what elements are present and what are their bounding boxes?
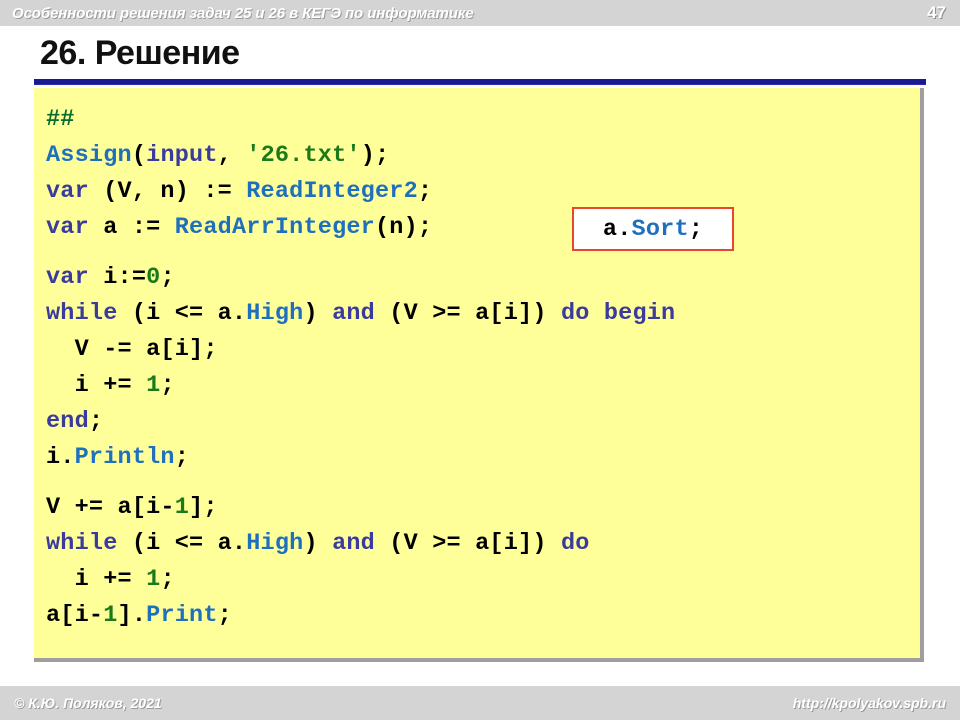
code-token: ; (174, 444, 190, 471)
code-token: (V >= a[i]) (375, 530, 561, 557)
code-token: i += (46, 372, 147, 399)
code-token: ## (46, 106, 75, 133)
sort-call-code: a.Sort; (603, 216, 703, 243)
code-line: i.Println; (46, 440, 675, 476)
code-token: ; (160, 264, 175, 291)
slide-footer-bar: © К.Ю. Поляков, 2021 http://kpolyakov.sp… (0, 686, 960, 720)
code-token: , (217, 142, 247, 169)
code-line: var (V, n) := ReadInteger2; (46, 174, 675, 210)
code-token: i:= (88, 264, 147, 291)
code-line: V -= a[i]; (46, 332, 675, 368)
code-token: ReadInteger2 (246, 178, 418, 205)
sort-call-highlight-box: a.Sort; (572, 207, 734, 251)
code-token: '26.txt' (246, 142, 361, 169)
code-token: ( (131, 142, 147, 169)
slide-title: 26. Решение (40, 34, 240, 72)
code-token: Sort (631, 215, 689, 243)
code-token: a. (602, 215, 632, 243)
code-token: 1 (146, 566, 161, 593)
code-token: ; (217, 602, 232, 629)
title-divider-rule (34, 79, 926, 85)
code-token: and (332, 530, 375, 557)
code-line: end; (46, 404, 675, 440)
code-line: var i:=0; (46, 260, 675, 296)
code-token: 1 (103, 602, 118, 629)
code-line: i += 1; (46, 368, 675, 404)
code-token: var (46, 264, 89, 291)
code-token: (V, n) := (88, 178, 247, 205)
code-token: ]. (117, 602, 147, 629)
slide-header-bar: Особенности решения задач 25 и 26 в КЕГЭ… (0, 0, 960, 26)
code-token: ; (160, 372, 175, 399)
code-token: High (246, 300, 304, 327)
code-token: while (46, 300, 118, 327)
code-line: while (i <= a.High) and (V >= a[i]) do b… (46, 296, 675, 332)
code-line: ## (46, 102, 675, 138)
code-token: var (46, 178, 89, 205)
code-token: ]; (189, 494, 218, 521)
code-token: (i <= a. (117, 530, 247, 557)
presentation-title: Особенности решения задач 25 и 26 в КЕГЭ… (12, 4, 474, 22)
code-token: Println (74, 444, 175, 471)
code-line: while (i <= a.High) and (V >= a[i]) do (46, 526, 675, 562)
code-line: i += 1; (46, 562, 675, 598)
code-token: ; (160, 566, 175, 593)
code-panel: ## Assign(input, '26.txt'); var (V, n) := … (34, 88, 924, 662)
code-token: High (246, 530, 304, 557)
code-line: a[i-1].Print; (46, 598, 675, 634)
code-token: ; (88, 408, 104, 435)
code-token: ReadArrInteger (174, 214, 375, 241)
code-listing: ## Assign(input, '26.txt'); var (V, n) := … (34, 88, 675, 634)
code-token: Assign (46, 142, 132, 169)
code-token: i += (46, 566, 147, 593)
slide-page-number: 47 (927, 3, 946, 22)
code-token: a := (88, 214, 175, 241)
code-token: 0 (146, 264, 161, 291)
code-token: ; (417, 178, 433, 205)
code-token: while (46, 530, 118, 557)
code-token: input (146, 142, 218, 169)
code-token: (n); (374, 214, 447, 241)
code-token: (i <= a. (117, 300, 247, 327)
website-url: http://kpolyakov.spb.ru (792, 695, 946, 711)
code-token: a[i- (46, 602, 104, 629)
code-token: ) (303, 530, 333, 557)
code-token: and (332, 300, 375, 327)
code-token: ) (303, 300, 333, 327)
code-token: do begin (560, 300, 676, 327)
code-token: var (46, 214, 89, 241)
code-line: V += a[i-1]; (46, 490, 675, 526)
code-token: ; (688, 215, 704, 243)
code-token: (V >= a[i]) (375, 300, 561, 327)
code-token: V += a[i- (46, 494, 175, 521)
code-line: Assign(input, '26.txt'); (46, 138, 675, 174)
code-token: end (46, 408, 89, 435)
code-token: V -= a[i]; (46, 336, 218, 363)
code-token: Print (146, 602, 218, 629)
code-token: 1 (174, 494, 190, 521)
code-token: do (560, 530, 590, 557)
copyright-text: © К.Ю. Поляков, 2021 (14, 695, 162, 711)
code-token: ); (360, 142, 390, 169)
code-token: 1 (146, 372, 161, 399)
code-token: i. (46, 444, 75, 471)
